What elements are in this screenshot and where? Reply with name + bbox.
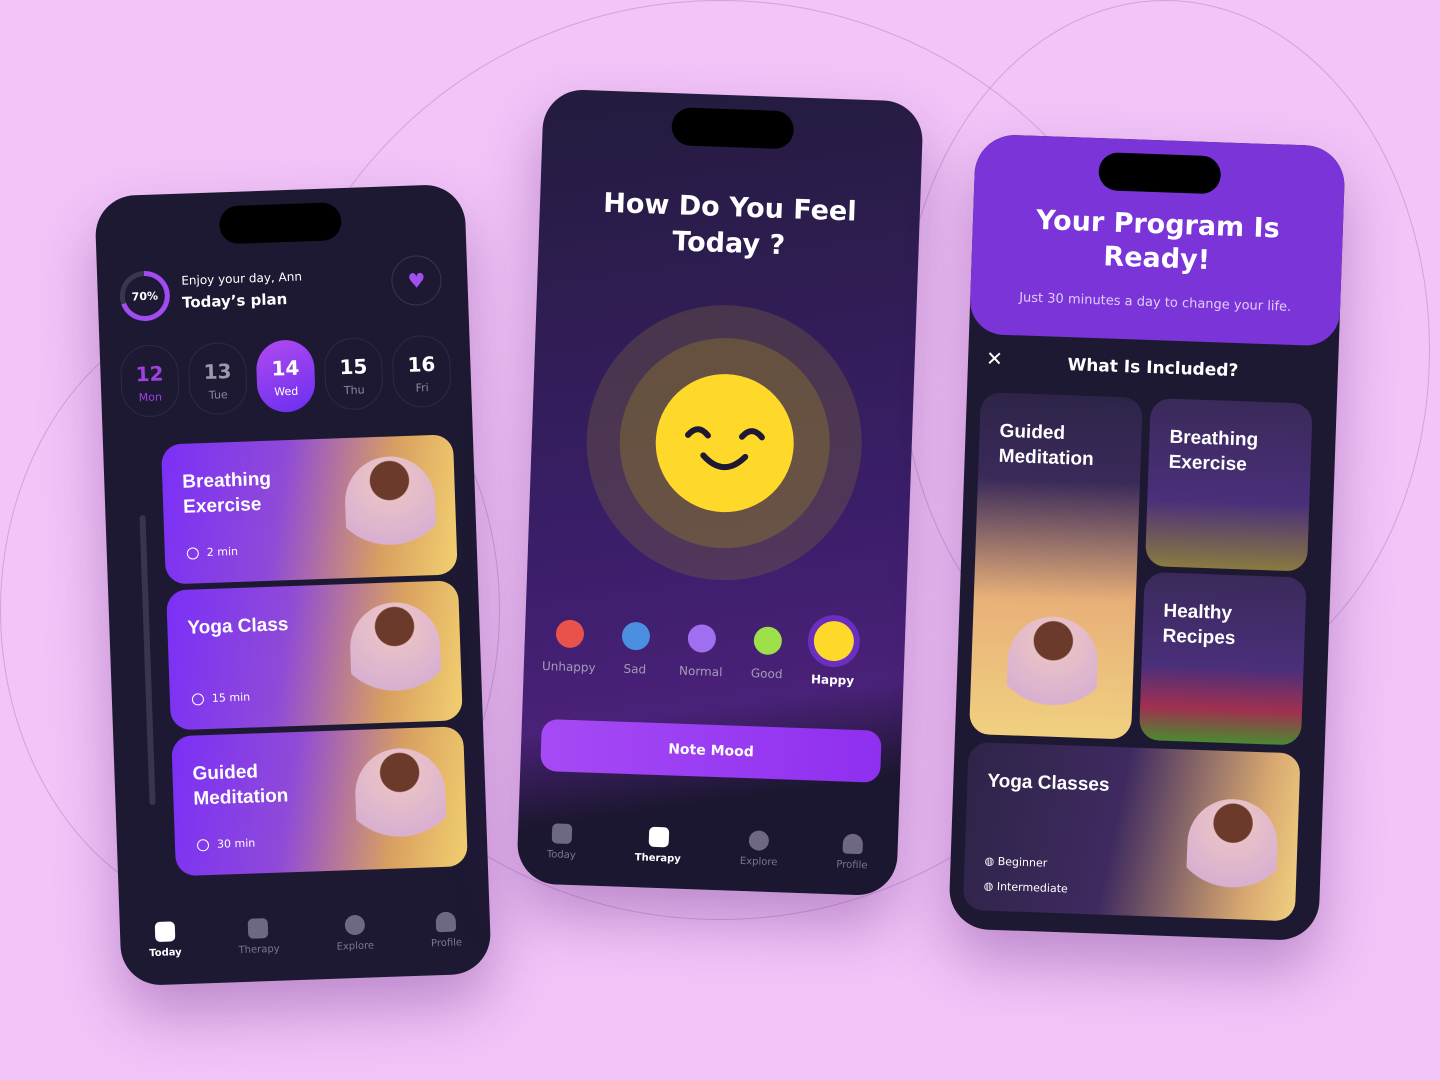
card-breathing-exercise[interactable]: Breathing Exercise 2 min	[161, 434, 458, 585]
section-title: What Is Included?	[1067, 355, 1239, 382]
bottom-nav: Today Therapy Explore Profile	[119, 883, 492, 986]
clock-icon	[191, 692, 205, 706]
neutral-face-icon	[687, 623, 717, 653]
item-title: Yoga Classes	[987, 770, 1110, 796]
nav-today[interactable]: Today	[148, 920, 182, 959]
day-selector: 12 Mon 13 Tue 14 Wed 15 Thu 16 Fri	[119, 334, 463, 426]
illustration	[343, 455, 438, 579]
item-breathing-exercise[interactable]: Breathing Exercise	[1145, 398, 1313, 572]
day-15[interactable]: 15 Thu	[323, 336, 384, 411]
day-12[interactable]: 12 Mon	[119, 343, 181, 418]
progress-label: 70%	[124, 275, 166, 317]
smile-face-icon	[753, 626, 783, 656]
card-duration: 30 min	[216, 836, 256, 851]
middle-phone: How Do You Feel Today ? Unhappy Sad Norm…	[516, 88, 924, 897]
page-title: Your Program Is Ready!	[1035, 204, 1281, 277]
mood-happy[interactable]: Happy	[797, 620, 869, 688]
profile-icon	[435, 911, 457, 932]
left-phone: 70% Enjoy your day, Ann Today’s plan ♥ 1…	[94, 183, 492, 987]
favorite-button[interactable]: ♥	[390, 254, 443, 307]
nav-therapy[interactable]: Therapy	[238, 917, 280, 956]
day-16[interactable]: 16 Fri	[391, 334, 452, 409]
nav-explore[interactable]: Explore	[335, 914, 374, 952]
card-duration: 2 min	[206, 544, 239, 559]
day-14[interactable]: 14 Wed	[255, 339, 316, 414]
explore-icon	[344, 914, 365, 935]
card-duration: 15 min	[211, 690, 251, 705]
notch	[671, 107, 795, 150]
bottom-nav: Today Therapy Explore Profile	[516, 798, 899, 896]
card-title: Yoga Class	[187, 614, 289, 639]
nav-profile[interactable]: Profile	[836, 833, 868, 871]
happy-face-icon	[653, 371, 797, 515]
item-yoga-classes[interactable]: Yoga Classes ◍ Beginner ◍ Intermediate	[962, 741, 1301, 922]
card-guided-meditation[interactable]: Guided Meditation 30 min	[171, 726, 468, 877]
page-title: Today’s plan	[181, 290, 288, 312]
timeline	[139, 515, 156, 806]
sad-face-icon	[621, 621, 651, 651]
notch	[218, 202, 342, 245]
card-title: Guided Meditation	[192, 761, 289, 810]
card-title: Breathing Exercise	[181, 468, 272, 518]
right-phone: Your Program Is Ready! Just 30 minutes a…	[948, 133, 1346, 942]
mood-scale: Unhappy Sad Normal Good Happy	[533, 619, 896, 712]
progress-ring: 70%	[118, 270, 171, 322]
angry-face-icon	[555, 619, 585, 649]
nav-profile[interactable]: Profile	[430, 911, 462, 949]
clock-icon	[186, 546, 200, 560]
note-mood-button[interactable]: Note Mood	[540, 718, 882, 783]
item-title: Guided Meditation	[998, 420, 1095, 471]
illustration	[1005, 615, 1100, 739]
smile-icon	[248, 917, 269, 939]
profile-icon	[842, 833, 864, 855]
illustration	[348, 600, 443, 724]
page-title: How Do You Feel Today ?	[602, 187, 858, 262]
notch	[1098, 152, 1222, 195]
level-intermediate: ◍ Intermediate	[983, 879, 1068, 896]
happy-face-icon	[813, 620, 855, 662]
nav-today[interactable]: Today	[547, 823, 577, 861]
smile-icon	[648, 826, 669, 848]
illustration	[1184, 797, 1279, 921]
level-list: ◍ Beginner ◍ Intermediate	[983, 849, 1069, 902]
level-beginner: ◍ Beginner	[984, 854, 1048, 870]
heart-icon: ♥	[407, 268, 426, 293]
item-title: Breathing Exercise	[1168, 426, 1259, 476]
item-healthy-recipes[interactable]: Healthy Recipes	[1138, 571, 1307, 746]
mood-good[interactable]: Good	[731, 626, 803, 682]
mood-sad[interactable]: Sad	[600, 621, 672, 677]
item-guided-meditation[interactable]: Guided Meditation	[969, 392, 1143, 740]
nav-therapy[interactable]: Therapy	[635, 826, 682, 865]
day-13[interactable]: 13 Tue	[187, 341, 248, 416]
explore-icon	[749, 830, 770, 851]
greeting: Enjoy your day, Ann	[181, 269, 303, 288]
nav-explore[interactable]: Explore	[740, 830, 779, 868]
mood-normal[interactable]: Normal	[666, 623, 738, 679]
mood-unhappy[interactable]: Unhappy	[534, 619, 606, 675]
calendar-icon	[154, 920, 176, 942]
illustration	[353, 746, 448, 870]
item-title: Healthy Recipes	[1162, 600, 1236, 650]
calendar-icon	[551, 823, 573, 845]
clock-icon	[196, 838, 210, 852]
card-yoga-class[interactable]: Yoga Class 15 min	[166, 580, 463, 731]
